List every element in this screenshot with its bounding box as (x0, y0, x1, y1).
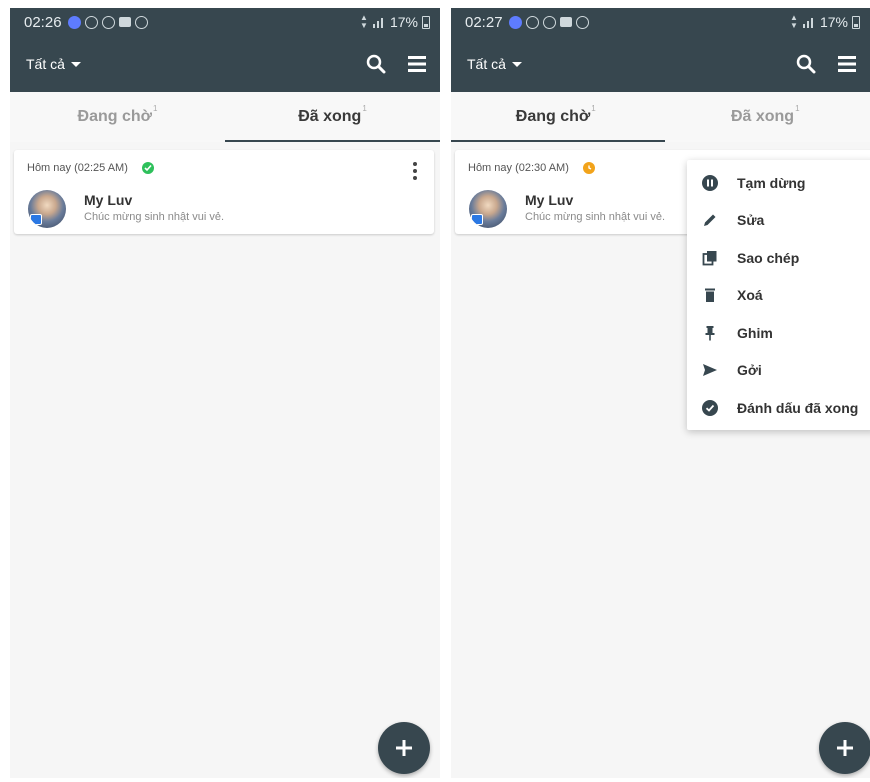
status-bar: 02:27 ▲ ▼ 17% (451, 8, 870, 36)
status-time: 02:26 (24, 13, 62, 31)
volte-icon: ▲ ▼ (790, 13, 798, 30)
screen-done-tab: 02:26 ▲ ▼ 17% Tất cả Đang chờ 1 Đã xong … (10, 8, 440, 778)
caret-down-icon (511, 61, 522, 67)
filter-dropdown[interactable]: Tất cả (26, 56, 81, 72)
schedule-time: Hôm nay (02:30 AM) (468, 162, 569, 174)
schedule-time: Hôm nay (02:25 AM) (27, 162, 128, 174)
status-notification-icons (67, 15, 148, 29)
add-button[interactable] (819, 722, 870, 774)
filter-dropdown[interactable]: Tất cả (467, 56, 522, 72)
battery-percent: 17% (819, 14, 848, 30)
menu-item-pin[interactable]: Ghim (687, 314, 870, 352)
menu-item-label: Xoá (737, 287, 763, 304)
volte-icon: ▲ ▼ (360, 13, 368, 30)
download-done-icon (134, 15, 148, 29)
edit-icon (701, 211, 719, 229)
recipient-name: My Luv (84, 192, 133, 208)
tab-pending[interactable]: Đang chờ 1 (10, 92, 225, 142)
search-icon[interactable] (366, 54, 386, 74)
notification-badge-icon (84, 15, 98, 29)
status-notification-icons (508, 15, 589, 29)
signal-icon (802, 18, 813, 28)
tab-pending-label: Đang chờ (515, 108, 591, 125)
menu-item-label: Sửa (737, 212, 765, 229)
pin-icon (701, 324, 719, 342)
app-toolbar: Tất cả (451, 36, 870, 92)
clock-pending-icon (582, 162, 595, 174)
tab-pending-count: 1 (153, 103, 158, 113)
network-speed-icon (542, 15, 556, 29)
notification-badge-icon (525, 15, 539, 29)
image-icon (559, 17, 572, 27)
message-preview: Chúc mừng sinh nhật vui vẻ. (84, 211, 225, 223)
schedule-time-row: Hôm nay (02:25 AM) (27, 162, 154, 174)
menu-item-label: Gởi (737, 362, 762, 379)
tab-indicator (451, 140, 665, 142)
status-bar: 02:26 ▲ ▼ 17% (10, 8, 440, 36)
check-circle-icon (701, 399, 719, 417)
shield-icon (67, 15, 81, 29)
tab-done[interactable]: Đã xong 1 (225, 92, 440, 142)
filter-label: Tất cả (26, 56, 65, 72)
recipient-name: My Luv (525, 192, 574, 208)
menu-item-copy[interactable]: Sao chép (687, 239, 870, 277)
messenger-badge-icon (471, 214, 483, 225)
add-button[interactable] (378, 722, 430, 774)
list-menu-icon[interactable] (408, 55, 426, 73)
pause-icon (701, 174, 719, 192)
context-menu: Tạm dừng Sửa Sao chép Xoá Ghim Gởi Đánh … (687, 160, 870, 430)
delete-icon (701, 286, 719, 304)
done-check-icon (141, 162, 154, 174)
menu-item-edit[interactable]: Sửa (687, 202, 870, 240)
tab-done[interactable]: Đã xong 1 (661, 92, 870, 142)
menu-item-delete[interactable]: Xoá (687, 277, 870, 315)
menu-item-send[interactable]: Gởi (687, 352, 870, 390)
tab-bar: Đang chờ 1 Đã xong 1 (451, 92, 870, 142)
status-time: 02:27 (465, 13, 503, 31)
tab-done-label: Đã xong (298, 108, 362, 125)
tab-pending[interactable]: Đang chờ 1 (451, 92, 661, 142)
plus-icon (396, 740, 412, 756)
filter-label: Tất cả (467, 56, 506, 72)
image-icon (118, 17, 131, 27)
search-icon[interactable] (796, 54, 816, 74)
tab-pending-count: 1 (591, 103, 596, 113)
list-menu-icon[interactable] (838, 55, 856, 73)
tab-done-label: Đã xong (730, 108, 795, 125)
tab-done-count: 1 (362, 103, 367, 113)
tab-bar: Đang chờ 1 Đã xong 1 (10, 92, 440, 142)
avatar (469, 190, 507, 228)
menu-item-label: Sao chép (737, 249, 800, 266)
more-options-icon[interactable] (410, 160, 420, 182)
message-preview: Chúc mừng sinh nhật vui vẻ. (525, 211, 666, 223)
menu-item-label: Tạm dừng (737, 174, 806, 191)
avatar (28, 190, 66, 228)
messenger-badge-icon (30, 214, 42, 225)
download-done-icon (575, 15, 589, 29)
tab-done-count: 1 (795, 103, 800, 113)
schedule-time-row: Hôm nay (02:30 AM) (468, 162, 595, 174)
screen-pending-tab-menu: 02:27 ▲ ▼ 17% Tất cả Đang chờ 1 Đã xong … (451, 8, 870, 778)
battery-percent: 17% (389, 14, 418, 30)
message-card[interactable]: Hôm nay (02:25 AM) My Luv Chúc mừng sinh… (14, 150, 434, 234)
copy-icon (701, 249, 719, 267)
tab-pending-label: Đang chờ (77, 108, 153, 125)
tab-indicator (225, 140, 440, 142)
menu-item-pause[interactable]: Tạm dừng (687, 164, 870, 202)
battery-icon (422, 15, 430, 29)
signal-icon (372, 18, 383, 28)
shield-icon (508, 15, 522, 29)
battery-icon (852, 15, 860, 29)
menu-item-label: Ghim (737, 324, 773, 341)
app-toolbar: Tất cả (10, 36, 440, 92)
plus-icon (837, 740, 853, 756)
menu-item-mark-done[interactable]: Đánh dấu đã xong (687, 389, 870, 427)
network-speed-icon (101, 15, 115, 29)
send-icon (701, 361, 719, 379)
caret-down-icon (70, 61, 81, 67)
menu-item-label: Đánh dấu đã xong (737, 399, 859, 416)
